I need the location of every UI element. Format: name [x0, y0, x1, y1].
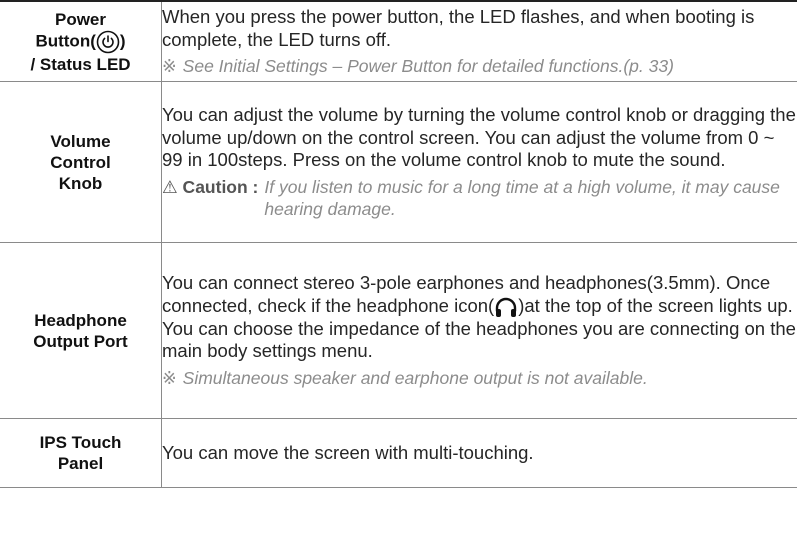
- row-description: You can adjust the volume by turning the…: [161, 81, 797, 243]
- table-row: Headphone Output Port You can connect st…: [0, 242, 797, 419]
- note-symbol: ※: [162, 56, 177, 76]
- row-label: Volume Control Knob: [0, 81, 162, 243]
- label-line: Button(): [0, 30, 161, 54]
- row-description: When you press the power button, the LED…: [161, 0, 797, 82]
- label-line: Volume: [50, 131, 111, 151]
- description-text: You can move the screen with multi-touch…: [162, 441, 534, 463]
- description-text: You can connect stereo 3-pole earphones …: [162, 272, 797, 318]
- label-line: IPS Touch: [39, 433, 122, 452]
- table-row: Power Button() / Status LED When you pre…: [0, 0, 797, 82]
- label-line: Control: [50, 152, 111, 172]
- label-line: Output Port: [33, 331, 128, 351]
- table-row: IPS Touch Panel You can move the screen …: [0, 418, 797, 488]
- power-icon: [96, 30, 120, 54]
- label-line: Headphone: [34, 310, 127, 330]
- note-symbol: ※: [162, 367, 177, 388]
- row-label: Headphone Output Port: [0, 242, 162, 419]
- label-line: Power: [54, 9, 107, 29]
- table-row: Volume Control Knob You can adjust the v…: [0, 81, 797, 243]
- row-description: You can move the screen with multi-touch…: [161, 418, 797, 488]
- label-line: Panel: [57, 454, 104, 473]
- description-text: When you press the power button, the LED…: [162, 6, 755, 50]
- label-text: Button(: [35, 30, 96, 50]
- label-line: / Status LED: [30, 54, 131, 74]
- description-text: You can adjust the volume by turning the…: [162, 104, 796, 171]
- headphone-icon: [494, 296, 518, 318]
- feature-table: Power Button() / Status LED When you pre…: [0, 0, 797, 488]
- note: ※ See Initial Settings – Power Button for…: [162, 55, 797, 77]
- label-text: ): [119, 30, 126, 50]
- row-label: Power Button() / Status LED: [0, 0, 162, 82]
- description-part: )at the top of the screen lights up.: [518, 294, 793, 316]
- row-description: You can connect stereo 3-pole earphones …: [161, 242, 797, 419]
- caution-note: ⚠ Caution : If you listen to music for a…: [162, 176, 797, 220]
- note-text: Simultaneous speaker and earphone output…: [182, 367, 648, 388]
- spec-page: Power Button() / Status LED When you pre…: [0, 0, 797, 539]
- label-line: Knob: [58, 173, 103, 193]
- caution-text: If you listen to music for a long time a…: [264, 176, 780, 219]
- note-text: See Initial Settings – Power Button for …: [182, 56, 674, 76]
- note: ※ Simultaneous speaker and earphone outpu…: [162, 367, 797, 389]
- row-label: IPS Touch Panel: [0, 418, 162, 488]
- caution-label: ⚠ Caution :: [162, 176, 259, 197]
- description-text: You can choose the impedance of the head…: [162, 317, 796, 362]
